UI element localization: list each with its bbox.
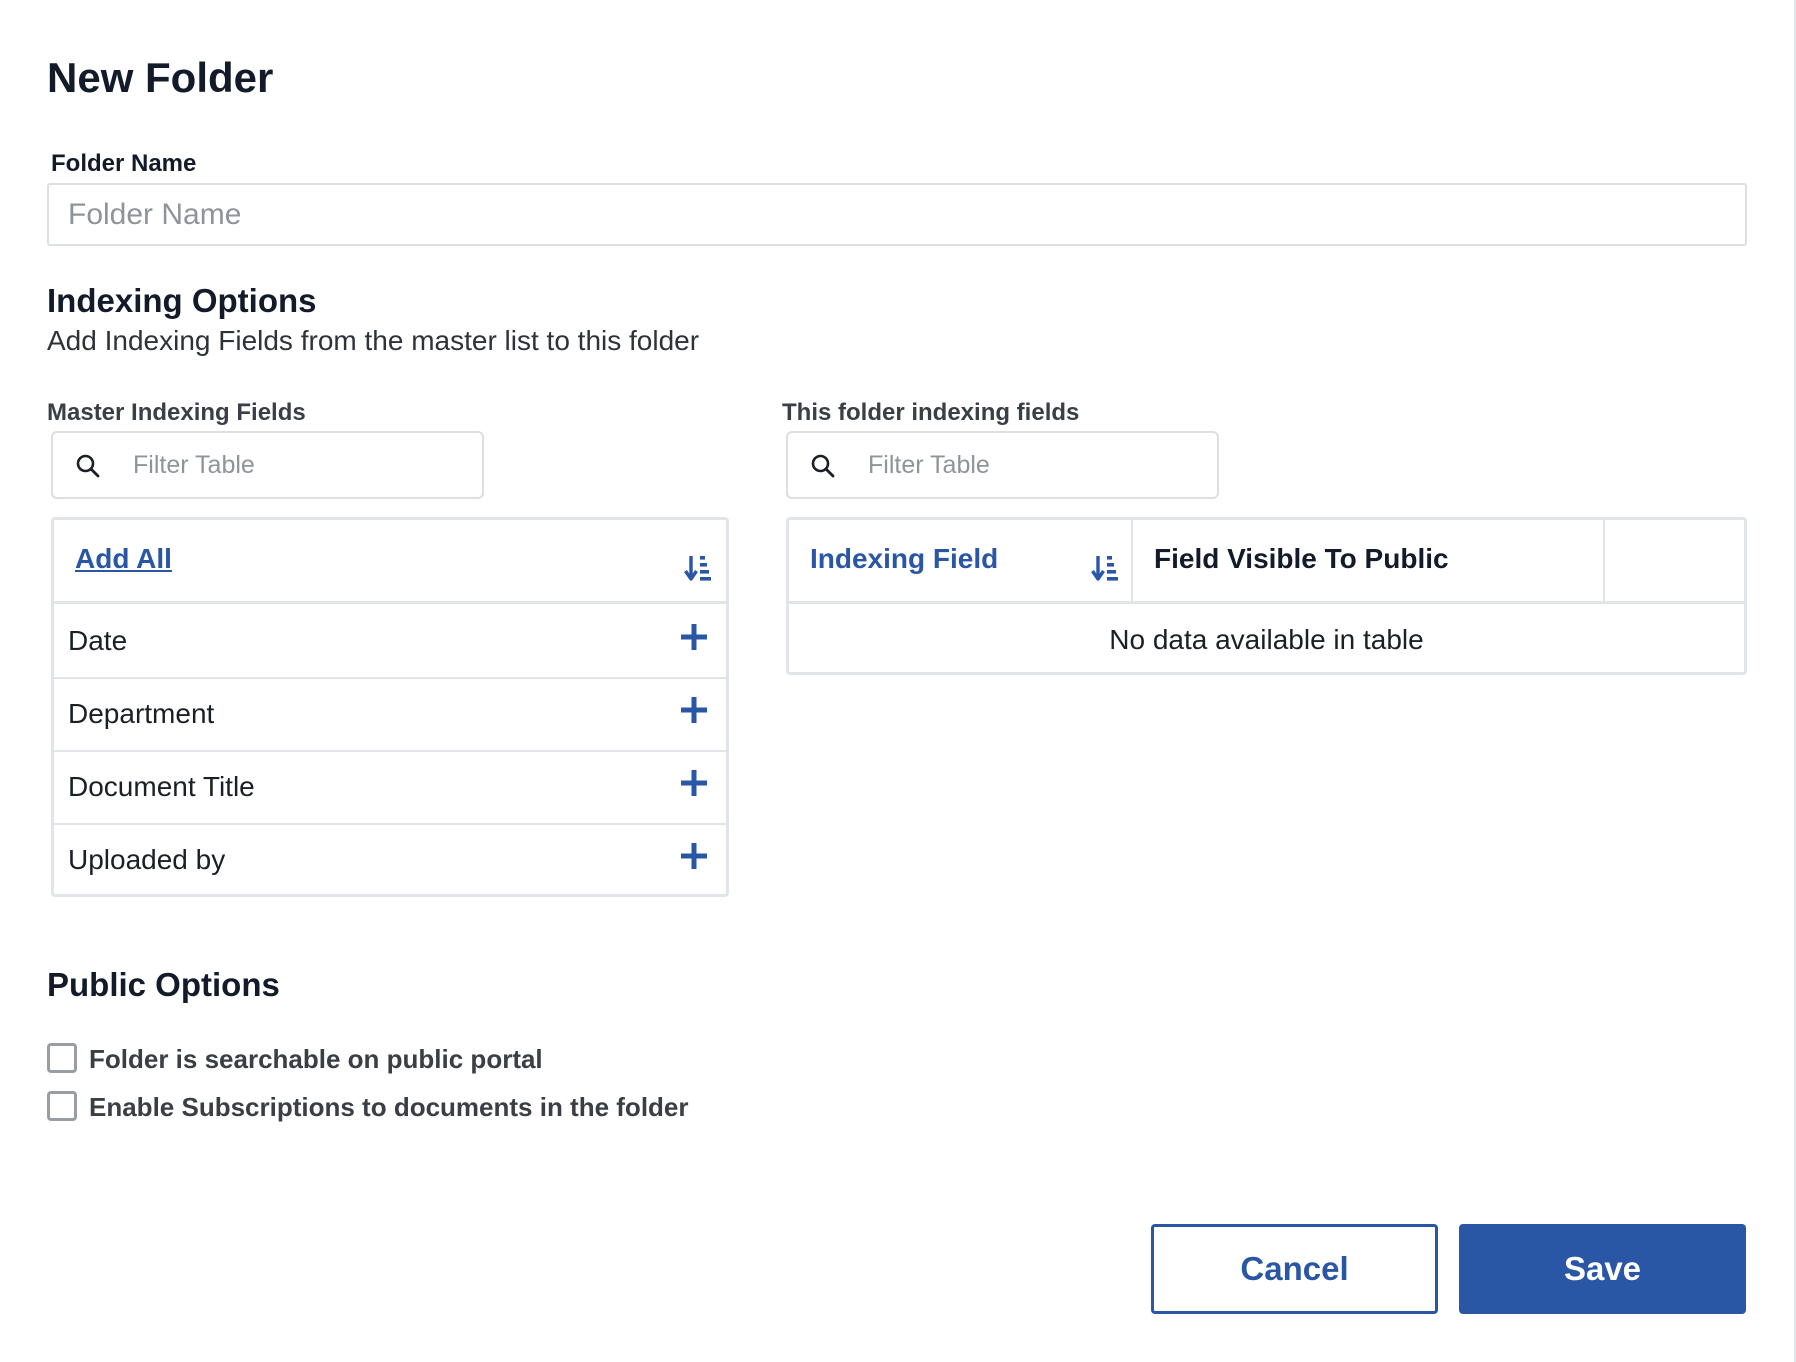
new-folder-dialog: New Folder Folder Name Indexing Options … [0,0,1796,1362]
sort-amount-down-icon[interactable] [684,553,712,583]
folder-name-label: Folder Name [51,150,197,177]
sort-amount-down-icon[interactable] [1091,553,1119,583]
public-options-heading: Public Options [47,966,280,1003]
indexing-options-heading: Indexing Options [47,282,317,319]
master-table-header: Add All [54,520,726,604]
save-button[interactable]: Save [1459,1224,1746,1314]
search-icon [811,454,835,478]
empty-table-message: No data available in table [1109,624,1424,655]
master-fields-table: Add All Date Department Document Title U… [51,517,729,897]
folder-filter-box[interactable] [786,431,1219,499]
master-filter-box[interactable] [51,431,484,499]
column-indexing-field[interactable]: Indexing Field [789,520,1131,601]
field-label: Department [68,698,215,729]
field-label: Document Title [68,771,255,802]
column-field-visible-to-public[interactable]: Field Visible To Public [1133,520,1603,601]
subscriptions-checkbox[interactable] [47,1091,77,1121]
column-actions [1605,520,1744,601]
master-filter-input[interactable] [133,443,463,487]
searchable-label[interactable]: Folder is searchable on public portal [89,1044,543,1075]
plus-icon[interactable] [679,622,709,652]
dialog-title: New Folder [47,54,274,101]
master-fields-label: Master Indexing Fields [47,399,306,426]
plus-icon[interactable] [679,695,709,725]
master-row-uploaded-by: Uploaded by [54,823,726,896]
folder-name-input[interactable] [47,183,1747,246]
field-label: Date [68,625,128,656]
master-row-document-title: Document Title [54,750,726,825]
searchable-checkbox[interactable] [47,1043,77,1073]
plus-icon[interactable] [679,768,709,798]
add-all-link[interactable]: Add All [75,543,172,575]
field-label: Uploaded by [68,844,226,875]
indexing-options-description: Add Indexing Fields from the master list… [47,325,700,356]
folder-fields-table: Indexing Field Field Visible To Public N… [786,517,1747,675]
plus-icon[interactable] [679,841,709,871]
search-icon [76,454,100,478]
column-header-label: Indexing Field [810,543,999,574]
folder-table-header: Indexing Field Field Visible To Public [789,520,1744,604]
folder-filter-input[interactable] [868,443,1198,487]
master-row-department: Department [54,677,726,752]
master-row-date: Date [54,604,726,679]
column-header-label: Field Visible To Public [1154,543,1449,574]
subscriptions-label[interactable]: Enable Subscriptions to documents in the… [89,1092,689,1123]
cancel-button[interactable]: Cancel [1151,1224,1438,1314]
folder-fields-label: This folder indexing fields [782,399,1080,426]
